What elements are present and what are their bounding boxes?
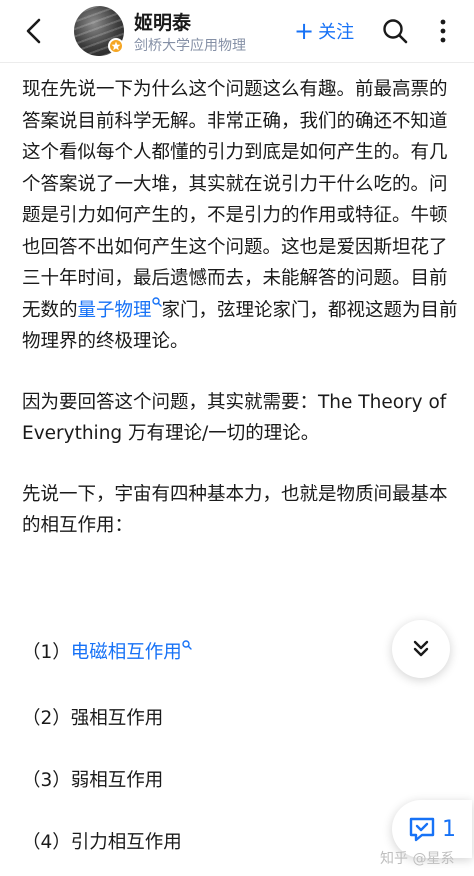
list-item-text: 弱相互作用 — [70, 770, 164, 791]
double-chevron-down-icon — [413, 640, 429, 657]
scroll-down-button[interactable] — [392, 620, 450, 678]
follow-button[interactable]: + 关注 — [294, 17, 354, 45]
list-item-prefix: （4） — [22, 832, 71, 853]
list-item-prefix: （1） — [22, 642, 71, 663]
list-item: （3）弱相互作用 — [22, 766, 163, 792]
author-bio: 剑桥大学应用物理 — [134, 38, 246, 54]
comment-icon — [409, 817, 435, 842]
list-item-text: 强相互作用 — [70, 708, 164, 729]
list-item-prefix: （3） — [22, 770, 71, 791]
watermark: 知乎 @星系 — [380, 851, 455, 867]
answer-content: 现在先说一下为什么这个问题这么有趣。前最高票的答案说目前科学无解。非常正确，我们… — [22, 74, 458, 542]
paragraph-3: 先说一下，宇宙有四种基本力，也就是物质间最基本的相互作用： — [22, 483, 448, 537]
list-item: （4）引力相互作用 — [22, 828, 182, 854]
quantum-physics-link[interactable]: 量子物理 — [78, 300, 152, 321]
paragraph-1-text: 现在先说一下为什么这个问题这么有趣。前最高票的答案说目前科学无解。非常正确，我们… — [22, 79, 448, 321]
follow-label: 关注 — [318, 22, 355, 43]
paragraph-1: 现在先说一下为什么这个问题这么有趣。前最高票的答案说目前科学无解。非常正确，我们… — [22, 74, 458, 358]
more-icon[interactable] — [428, 16, 458, 46]
search-link-icon[interactable] — [151, 296, 162, 307]
comment-count: 1 — [442, 816, 456, 842]
back-arrow-icon[interactable] — [20, 16, 50, 46]
electromagnetic-link[interactable]: 电磁相互作用 — [71, 642, 182, 663]
search-icon[interactable] — [380, 16, 410, 46]
author-name[interactable]: 姬明泰 — [134, 8, 191, 35]
plus-icon: + — [294, 17, 315, 45]
verified-badge-icon — [108, 38, 124, 54]
search-link-icon[interactable] — [182, 640, 192, 650]
paragraph-2: 因为要回答这个问题，其实就需要：The Theory of Everything… — [22, 391, 447, 445]
top-bar: 姬明泰 剑桥大学应用物理 + 关注 — [0, 0, 474, 63]
list-item: （2）强相互作用 — [22, 704, 163, 730]
list-item: （1）电磁相互作用 — [22, 638, 192, 664]
list-item-prefix: （2） — [22, 708, 71, 729]
list-item-text: 引力相互作用 — [70, 832, 182, 853]
